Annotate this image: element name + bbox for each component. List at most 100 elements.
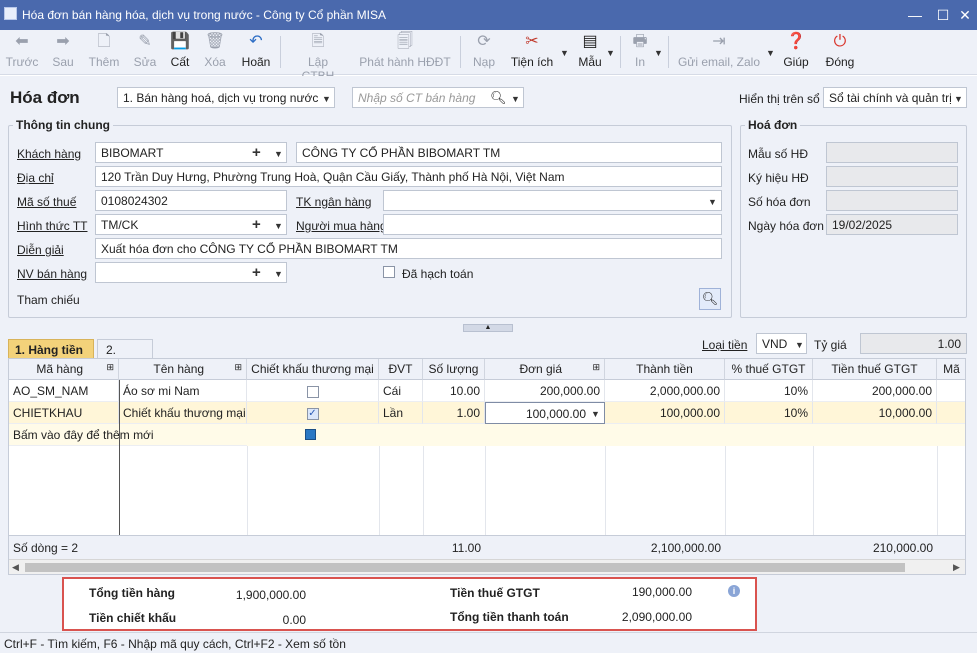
discount-label: Tiền chiết khấu <box>89 611 177 625</box>
next-button[interactable]: ➡ Sau <box>46 32 80 74</box>
add-button[interactable]: 🗋 Thêm <box>86 32 122 74</box>
edit-button[interactable]: ✎ Sửa <box>130 32 160 74</box>
minimize-icon[interactable]: — <box>905 5 925 25</box>
document-icon: 🗎 <box>311 33 325 50</box>
table-cell[interactable]: 10% <box>725 402 813 424</box>
table-cell[interactable]: 10% <box>725 380 813 402</box>
undo-button[interactable]: ↶ Hoãn <box>238 32 274 74</box>
add-payment-method-icon[interactable]: + <box>252 217 261 232</box>
address-label: Địa chỉ <box>17 171 54 185</box>
column-header[interactable]: Mã <box>937 359 965 380</box>
goods-grid: Mã hàng ⊞ Tên hàng ⊞ Chiết khấu thương m… <box>8 358 966 575</box>
table-cell[interactable]: 200,000.00 <box>813 380 937 402</box>
horizontal-scrollbar[interactable]: ◀ ▶ <box>9 559 965 574</box>
chevron-down-icon[interactable]: ▼ <box>954 94 963 104</box>
chevron-down-icon[interactable]: ▼ <box>274 269 283 279</box>
pin-icon[interactable]: ⊞ <box>592 362 600 373</box>
description-field[interactable]: Xuất hóa đơn cho CÔNG TY CỔ PHẦN BIBOMAR… <box>95 238 722 259</box>
invoice-type-select[interactable]: 1. Bán hàng hoá, dịch vụ trong nước <box>117 87 335 108</box>
table-cell[interactable]: 100,000.00 <box>605 402 725 424</box>
scrollbar-thumb[interactable] <box>25 563 905 572</box>
table-cell[interactable]: Lần <box>379 402 423 424</box>
tax-code-field[interactable]: 0108024302 <box>95 190 287 211</box>
column-header[interactable]: Tên hàng ⊞ <box>119 359 247 380</box>
table-cell[interactable]: 10.00 <box>423 380 485 402</box>
bank-account-select[interactable] <box>383 190 722 211</box>
reload-button[interactable]: ⟳ Nạp <box>468 32 500 74</box>
table-cell[interactable]: Cái <box>379 380 423 402</box>
column-header[interactable]: Tiền thuế GTGT <box>813 359 937 380</box>
pin-icon[interactable]: ⊞ <box>234 362 242 373</box>
table-cell[interactable]: 10,000.00 <box>813 402 937 424</box>
table-cell[interactable]: ✓ <box>247 402 379 424</box>
chevron-down-icon[interactable]: ▼ <box>654 48 663 58</box>
help-button[interactable]: ❓ Giúp <box>780 32 812 74</box>
search-icon[interactable]: 🔍︎ <box>490 90 507 106</box>
table-cell[interactable]: 2,000,000.00 <box>605 380 725 402</box>
scroll-left-icon[interactable]: ◀ <box>12 562 19 573</box>
table-cell[interactable] <box>937 402 965 424</box>
table-cell[interactable]: 200,000.00 <box>485 380 605 402</box>
maximize-icon[interactable]: ☐ <box>933 5 953 25</box>
discount-checkbox-checked[interactable]: ✓ <box>306 407 319 420</box>
delete-button[interactable]: 🗑 Xóa <box>200 32 230 74</box>
customer-name-field[interactable]: CÔNG TY CỔ PHẦN BIBOMART TM <box>296 142 722 163</box>
close-icon[interactable]: ✕ <box>955 5 975 25</box>
column-header[interactable]: Thành tiền <box>605 359 725 380</box>
column-header[interactable]: Số lượng <box>423 359 485 380</box>
previous-button[interactable]: ⬅ Trước <box>4 32 40 74</box>
zoom-in-icon[interactable]: 🔍︎ <box>699 288 721 310</box>
address-field[interactable]: 120 Trần Duy Hưng, Phường Trung Hoà, Quậ… <box>95 166 722 187</box>
chevron-down-icon[interactable]: ▼ <box>274 149 283 159</box>
chevron-down-icon[interactable]: ▼ <box>560 48 569 58</box>
column-header[interactable]: % thuế GTGT <box>725 359 813 380</box>
column-header[interactable]: Đơn giá ⊞ <box>485 359 605 380</box>
utilities-button[interactable]: ✂ Tiện ích <box>508 32 556 74</box>
column-header[interactable]: Mã hàng ⊞ <box>9 359 119 380</box>
table-cell[interactable]: CHIETKHAU <box>9 402 119 424</box>
chevron-down-icon[interactable]: ▼ <box>708 197 717 207</box>
add-customer-icon[interactable]: + <box>252 145 261 160</box>
buyer-field[interactable] <box>383 214 722 235</box>
table-cell[interactable] <box>247 380 379 402</box>
table-cell[interactable]: AO_SM_NAM <box>9 380 119 402</box>
add-staff-icon[interactable]: + <box>252 265 261 280</box>
pin-icon[interactable]: ⊞ <box>106 362 114 373</box>
unit-price-editor[interactable]: 100,000.00 <box>485 402 605 424</box>
chevron-down-icon[interactable]: ▼ <box>766 48 775 58</box>
add-row-checkbox[interactable] <box>305 429 316 440</box>
close-button[interactable]: ⏻ Đóng <box>822 32 858 74</box>
display-book-select[interactable]: Sổ tài chính và quản trị <box>823 87 967 108</box>
chevron-down-icon[interactable]: ▼ <box>511 94 520 104</box>
send-email-zalo-button[interactable]: ⇥ Gửi email, Zalo <box>676 32 762 74</box>
table-cell[interactable]: 1.00 <box>423 402 485 424</box>
chevron-down-icon[interactable]: ▼ <box>274 221 283 231</box>
template-button[interactable]: ▤ Mẫu <box>574 32 606 74</box>
posted-checkbox[interactable] <box>383 266 395 278</box>
tab-other[interactable]: 2. Khác <box>97 339 153 371</box>
table-cell[interactable]: Áo sơ mi Nam <box>119 380 247 402</box>
discount-checkbox[interactable] <box>306 385 319 398</box>
column-header[interactable]: Chiết khấu thương mại <box>247 359 379 380</box>
add-row-link[interactable]: Bấm vào đây để thêm mới <box>9 424 247 446</box>
print-button[interactable]: 🖶 In <box>626 32 654 74</box>
table-cell[interactable] <box>937 380 965 402</box>
tab-goods[interactable]: 1. Hàng tiền <box>8 339 94 359</box>
table-cell[interactable]: Chiết khấu thương mại <box>119 402 247 424</box>
grid-line <box>725 446 726 535</box>
save-button[interactable]: 💾 Cất <box>166 32 194 74</box>
chevron-down-icon[interactable]: ▼ <box>795 340 804 350</box>
collapse-handle[interactable]: ▲ <box>463 324 513 332</box>
info-icon[interactable]: i <box>728 585 740 597</box>
column-header[interactable]: ĐVT <box>379 359 423 380</box>
chevron-down-icon[interactable]: ▼ <box>606 48 615 58</box>
create-sales-voucher-button[interactable]: 🗎Lập CTBH <box>290 32 346 83</box>
chevron-down-icon[interactable]: ▼ <box>591 409 600 419</box>
publish-einvoice-button[interactable]: 🗐 Phát hành HĐĐT <box>358 32 452 74</box>
undo-icon: ↶ <box>249 33 263 50</box>
invoice-form-label: Mẫu số HĐ <box>748 147 809 161</box>
invoice-date-field: 19/02/2025 <box>826 214 958 235</box>
chevron-down-icon[interactable]: ▼ <box>322 94 331 104</box>
scroll-right-icon[interactable]: ▶ <box>953 562 960 573</box>
bank-account-label: TK ngân hàng <box>296 195 372 209</box>
